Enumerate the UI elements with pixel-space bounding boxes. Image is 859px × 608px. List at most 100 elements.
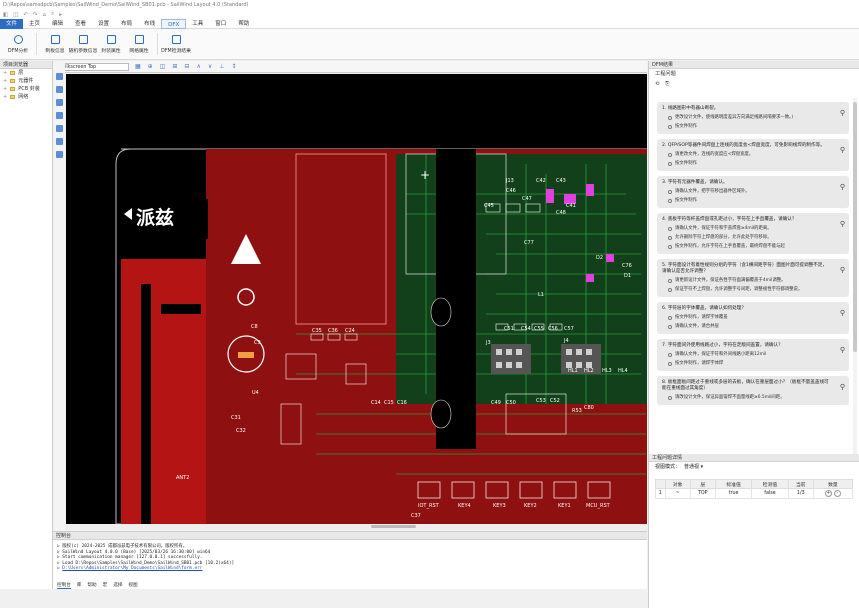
select-tool-icon[interactable] — [55, 73, 63, 80]
view-mode-select[interactable]: 普通视 ▾ — [684, 463, 703, 470]
locate-pin-icon[interactable]: ⚲ — [840, 383, 845, 391]
quick-access-icon[interactable]: ↷ — [33, 12, 38, 18]
expand-toggle-icon[interactable]: + — [3, 77, 7, 85]
pcb-canvas[interactable]: 派兹 + C45 C46 C47 C48 C41 C42 C43 C76 D1 … — [66, 74, 647, 524]
ribbon-button[interactable]: 制板信息 — [41, 30, 69, 58]
text-tool-icon[interactable] — [55, 151, 63, 158]
issue-option[interactable]: 请确认文件，保证字符和字盖焊盘≥4mil的距离。 — [662, 226, 844, 232]
canvas-tool-icon[interactable]: ⊥ — [219, 63, 224, 70]
expand-toggle-icon[interactable]: + — [3, 93, 7, 101]
issue-card[interactable]: 3. 字符有元器件覆盖，请确认。 请确认文件，把字符移出器件区域外。 按文件制作 ⚲ — [657, 176, 849, 208]
move-tool-icon[interactable] — [55, 99, 63, 106]
locate-pin-icon[interactable]: ⚲ — [840, 146, 845, 154]
radio-icon[interactable] — [668, 362, 672, 366]
radio-icon[interactable] — [668, 162, 672, 166]
console-link[interactable]: D:\Users\Administrator\My Documents\Sail… — [62, 566, 202, 571]
issue-option[interactable]: 请确认文件，保证字符和外间线路小距离12mil — [662, 352, 844, 358]
menu-item[interactable]: 布局 — [115, 19, 138, 29]
radio-icon[interactable] — [668, 279, 672, 283]
locate-pin-icon[interactable]: ⚲ — [840, 346, 845, 354]
radio-icon[interactable] — [668, 190, 672, 194]
radio-icon[interactable] — [668, 236, 672, 240]
menu-item[interactable]: 查看 — [69, 19, 92, 29]
next-icon[interactable]: › — [833, 490, 841, 497]
drc-tool-icon[interactable] — [55, 125, 63, 132]
canvas-tool-icon[interactable]: ∧ — [196, 63, 200, 70]
table-row[interactable]: 1 ~ TOP true false 1/3 + › — [655, 488, 854, 499]
quick-access-icon[interactable]: ↶ — [23, 12, 28, 18]
tree-item[interactable]: + PCB 封装 — [0, 85, 52, 93]
issue-card[interactable]: 7. 字符面间外使用线路过小，字符在走版间盖置，请确认？ 请确认文件，保证字符和外… — [657, 339, 849, 371]
canvas-tool-icon[interactable]: ⊞ — [172, 63, 177, 70]
issue-option[interactable]: 请确认文件，请合并层 — [662, 324, 844, 330]
via-tool-icon[interactable] — [55, 138, 63, 145]
issue-option[interactable]: 更改设计文件，使线路明度差异方向满足线路间隔要求一致。) — [662, 115, 844, 121]
issue-option[interactable]: 请改设计文件，保证异面锻焊不面量线距≥6.5mil间距。 — [662, 395, 844, 401]
locate-pin-icon[interactable]: ⚲ — [840, 266, 845, 274]
expand-toggle-icon[interactable]: + — [3, 69, 7, 77]
menu-item[interactable]: 帮助 — [232, 19, 255, 29]
menu-item[interactable]: 工具 — [186, 19, 209, 29]
issue-option[interactable]: 允许删除字符上焊盘的部分，允许此处字符移除。 — [662, 235, 844, 241]
tree-item[interactable]: + 网络 — [0, 93, 52, 101]
issue-option[interactable]: 按文件制作，请焊字体焊 — [662, 361, 844, 367]
radio-icon[interactable] — [668, 396, 672, 400]
quick-access-icon[interactable]: ▸ — [59, 12, 62, 18]
radio-icon[interactable] — [668, 116, 672, 120]
canvas-tool-icon[interactable]: ▦ — [135, 63, 141, 70]
tree-item[interactable]: + 层 — [0, 69, 52, 77]
issue-scrollbar[interactable] — [853, 98, 857, 488]
expand-toggle-icon[interactable]: + — [3, 85, 7, 93]
ribbon-button[interactable]: 随机参数信息 — [69, 30, 97, 58]
add-icon[interactable]: + — [825, 490, 833, 497]
canvas-hscrollbar[interactable] — [66, 524, 647, 529]
issue-option[interactable]: 按文件制作 — [662, 124, 844, 130]
canvas-tool-icon[interactable]: ⊕ — [148, 63, 153, 70]
issue-card[interactable]: 5. 字符面设计有着性规则分组的字符（含1横间距字符）面图片面可提调整不足，请确… — [657, 259, 849, 297]
quick-access-icon[interactable]: ◧ — [3, 12, 8, 18]
menu-item[interactable]: DFX — [161, 18, 187, 29]
menu-file[interactable]: 文件 — [0, 18, 24, 29]
radio-icon[interactable] — [668, 316, 672, 320]
radio-icon[interactable] — [668, 227, 672, 231]
menu-item[interactable]: 布线 — [138, 19, 161, 29]
issue-option[interactable]: 按文件制作，请焊字体覆盖 — [662, 315, 844, 321]
quick-access-icon[interactable]: ⌂ — [43, 12, 47, 18]
quick-access-icon[interactable]: ⌕ — [51, 11, 54, 18]
console-tab[interactable]: 视图 — [128, 582, 137, 589]
ribbon-button[interactable]: 封装属性 — [97, 30, 125, 58]
canvas-hscroll-thumb[interactable] — [371, 525, 416, 528]
radio-icon[interactable] — [668, 153, 672, 157]
radio-icon[interactable] — [668, 288, 672, 292]
canvas-tool-icon[interactable]: ◫ — [160, 63, 166, 70]
canvas-tool-icon[interactable]: ∨ — [208, 63, 212, 70]
issue-option[interactable]: 请更改文件，连线的宽度应<焊盘宽度。 — [662, 152, 844, 158]
issue-scroll-thumb[interactable] — [853, 102, 857, 352]
issue-option[interactable]: 请更新设计文件，保证各性字符面满偏覆盖于4mil调整。 — [662, 278, 844, 284]
ribbon-button[interactable]: DFM检测结果 — [161, 30, 191, 58]
console-tab[interactable]: 选择 — [113, 582, 122, 589]
quick-access-icon[interactable]: ◫ — [13, 12, 18, 18]
locate-pin-icon[interactable]: ⚲ — [840, 183, 845, 191]
canvas-tool-icon[interactable]: ↕ — [231, 63, 236, 70]
issue-card[interactable]: 1. 线路图形中有器山断裂。 更改设计文件，使线路明度差异方向满足线路间隔要求一致… — [657, 102, 849, 134]
issue-option[interactable]: 按文件制作 — [662, 161, 844, 167]
issue-option[interactable]: 按文件制作，允许字符在上手直覆盖，最终焊盘不能与起 — [662, 244, 844, 250]
dfm-tool-icon[interactable]: ⎘ — [665, 81, 669, 87]
route-tool-icon[interactable] — [55, 86, 63, 93]
issue-card[interactable]: 2. QFP/SOP等器件间焊盘上连线的宽度会<焊盘宽度，可免影响线焊的制作等。… — [657, 139, 849, 171]
issue-card[interactable]: 4. 底板字符等杆盖焊盘或孔距过小，字符在上手直覆盖，请确认？ 请确认文件，保证字… — [657, 213, 849, 254]
canvas-tool-icon[interactable]: ⊟ — [184, 63, 189, 70]
radio-icon[interactable] — [668, 325, 672, 329]
dfm-tool-icon[interactable]: ⟲ — [655, 81, 659, 87]
layer-select[interactable]: Silkscreen Top — [59, 62, 129, 71]
menu-item[interactable]: 主页 — [23, 19, 46, 29]
issue-option[interactable]: 请确认文件，把字符移出器件区域外。 — [662, 189, 844, 195]
menu-item[interactable]: 编辑 — [46, 19, 69, 29]
issue-card[interactable]: 8. 板框面板间距过于重线或多层的去板，确认在重层面过小？（板框不量盖盖线可能在… — [657, 376, 849, 405]
ribbon-button[interactable]: 网格属性 — [125, 30, 153, 58]
radio-icon[interactable] — [668, 245, 672, 249]
console-tab[interactable]: 控制台 — [57, 582, 71, 589]
ribbon-button[interactable]: DFM分析 — [4, 30, 32, 58]
radio-icon[interactable] — [668, 199, 672, 203]
